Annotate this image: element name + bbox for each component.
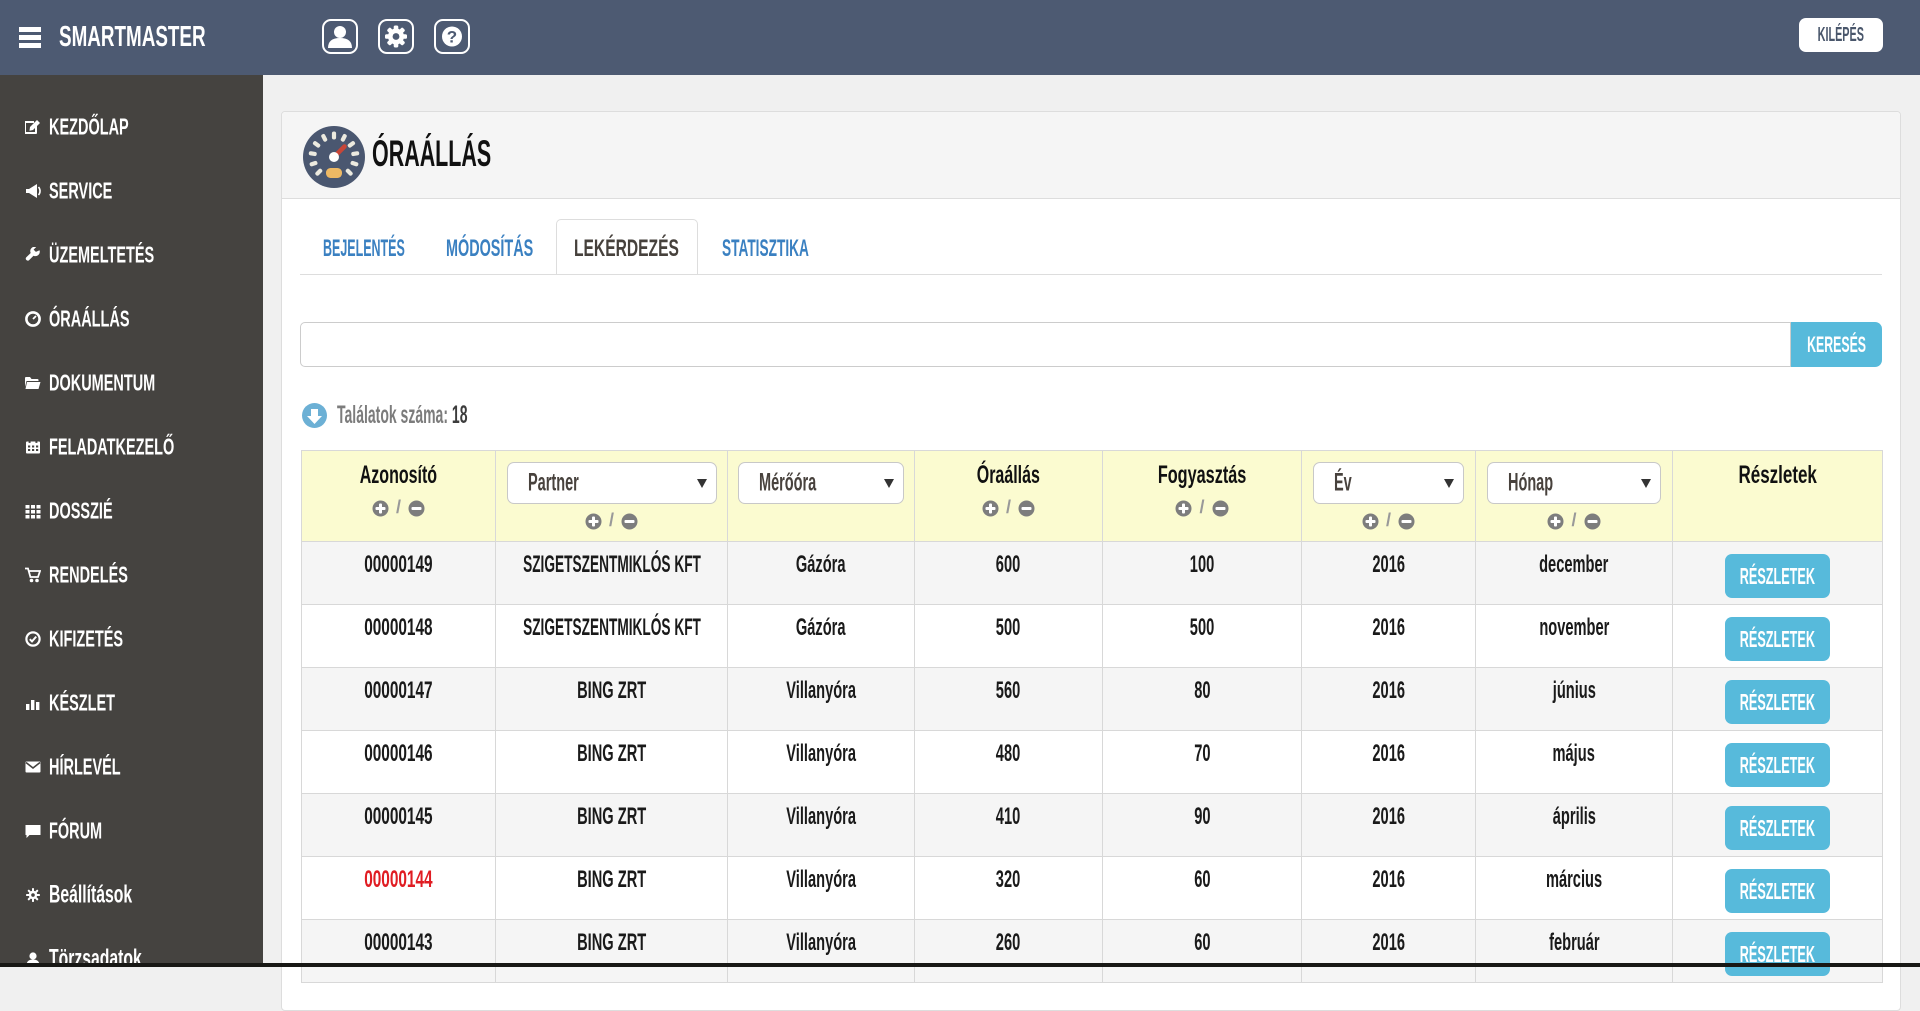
svg-text:?: ? (447, 28, 457, 47)
